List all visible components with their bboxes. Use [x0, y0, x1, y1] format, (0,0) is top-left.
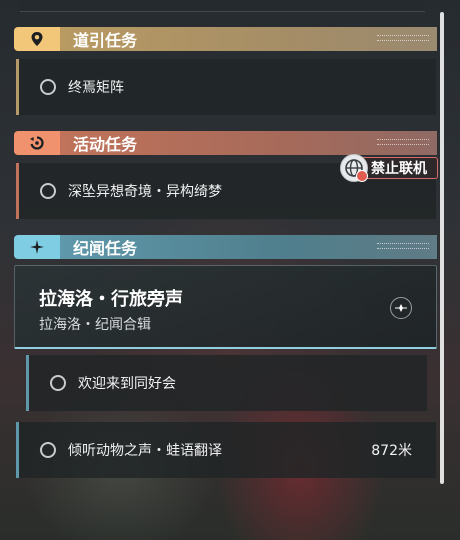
header-decoration	[377, 243, 429, 249]
quest-status-circle-icon	[50, 375, 66, 391]
featured-quest-title: 拉海洛・行旅旁声	[39, 289, 183, 310]
featured-quest-subtitle: 拉海洛・纪闻合辑	[39, 317, 151, 333]
quest-item-guide-1[interactable]: 终焉矩阵	[16, 59, 436, 115]
quest-accent-bar	[26, 355, 29, 411]
quest-status-circle-icon	[40, 183, 56, 199]
quest-name: 欢迎来到同好会	[78, 376, 176, 392]
section-header-activity[interactable]: 活动任务	[14, 131, 437, 155]
quest-status-circle-icon	[40, 79, 56, 95]
quest-accent-bar	[16, 59, 19, 115]
featured-quest-card[interactable]: 拉海洛・行旅旁声 拉海洛・纪闻合辑	[14, 265, 437, 349]
quest-status-circle-icon	[40, 442, 56, 458]
section-header-record[interactable]: 纪闻任务	[14, 235, 437, 259]
top-panel-edge	[20, 0, 425, 12]
no-online-badge: 禁止联机	[340, 154, 438, 182]
quest-accent-bar	[16, 422, 19, 478]
quest-item-record-2[interactable]: 倾听动物之声・蛙语翻译 872米	[16, 422, 436, 478]
quest-accent-bar	[16, 163, 19, 219]
refresh-icon	[14, 131, 60, 155]
header-decoration	[377, 139, 429, 145]
sparkle-icon	[14, 235, 60, 259]
location-pin-icon	[14, 27, 60, 51]
forbidden-icon	[356, 170, 368, 182]
quest-name: 倾听动物之声・蛙语翻译	[68, 443, 222, 459]
header-decoration	[377, 35, 429, 41]
no-online-label: 禁止联机	[358, 157, 438, 179]
quest-item-record-sub-1[interactable]: 欢迎来到同好会	[26, 355, 427, 411]
track-quest-icon[interactable]	[390, 297, 412, 319]
quest-name: 深坠异想奇境・异构绮梦	[68, 184, 222, 200]
scrollbar[interactable]	[440, 12, 444, 484]
quest-distance: 872米	[371, 443, 412, 459]
quest-name: 终焉矩阵	[68, 80, 124, 96]
section-header-guide[interactable]: 道引任务	[14, 27, 437, 51]
